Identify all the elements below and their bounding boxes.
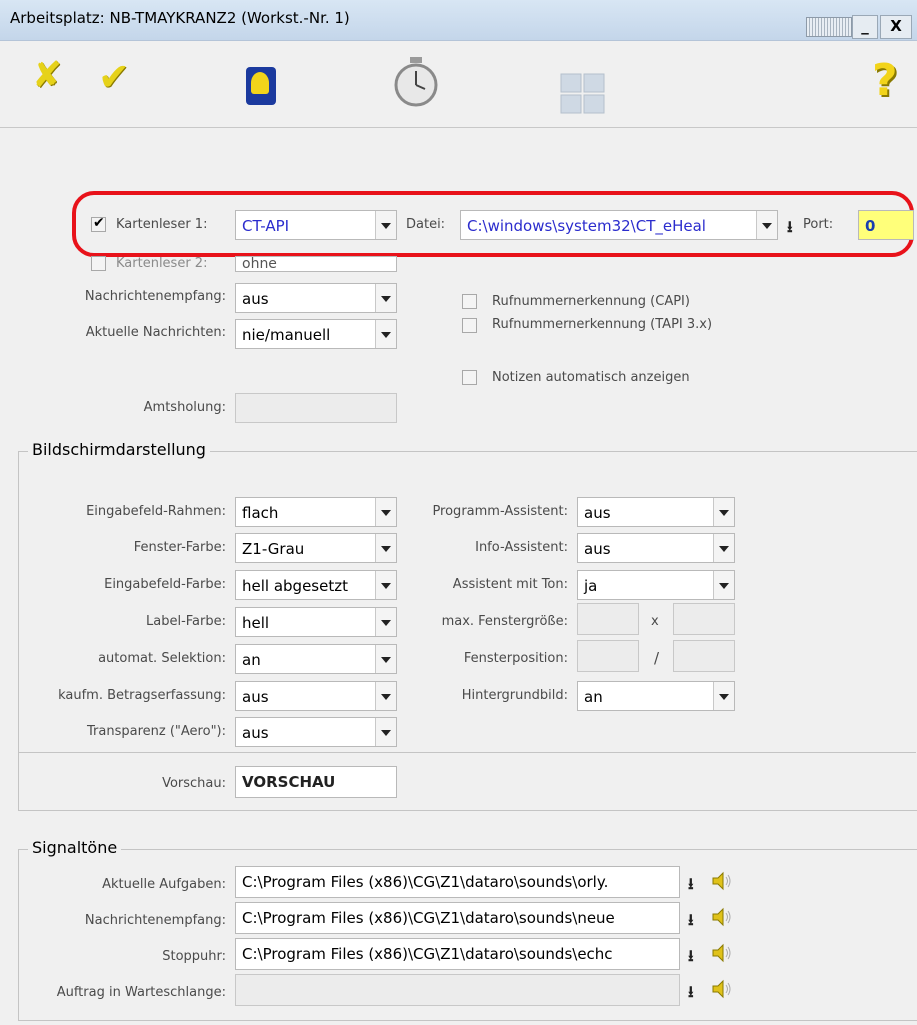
ok-check-icon[interactable]: ✔	[98, 55, 130, 99]
speaker-icon[interactable]	[710, 978, 732, 1000]
signaltoene-title: Signaltöne	[28, 838, 122, 857]
kartenleser2-checkbox[interactable]	[91, 256, 106, 271]
eingabefeld-farbe-label: Eingabefeld-Farbe:	[104, 577, 226, 592]
close-button[interactable]: X	[880, 15, 912, 39]
rufnummer-capi-checkbox[interactable]	[462, 294, 477, 309]
assistent-ton-select[interactable]: ja	[577, 570, 735, 600]
kaufm-betrag-select[interactable]: aus	[235, 681, 397, 711]
eingabefeld-rahmen-select[interactable]: flach	[235, 497, 397, 527]
cancel-x-icon[interactable]: ✘	[32, 55, 62, 96]
info-assistent-select[interactable]: aus	[577, 533, 735, 563]
fensterposition-label: Fensterposition:	[463, 651, 568, 666]
speaker-icon[interactable]	[710, 942, 732, 964]
signal-nachrichtenempfang-input[interactable]: C:\Program Files (x86)\CG\Z1\dataro\soun…	[235, 902, 680, 934]
kartenleser2-label: Kartenleser 2:	[116, 256, 208, 271]
kartenleser1-select[interactable]: CT-API	[235, 210, 397, 240]
window-title: Arbeitsplatz: NB-TMAYKRANZ2 (Workst.-Nr.…	[10, 9, 350, 27]
kartenleser1-checkbox[interactable]	[91, 215, 106, 232]
help-book-icon[interactable]	[246, 67, 276, 105]
signal-nachrichtenempfang-download-icon[interactable]: ⭳	[688, 909, 694, 936]
fenster-farbe-select[interactable]: Z1-Grau	[235, 533, 397, 563]
stopwatch-icon[interactable]	[392, 57, 440, 107]
signal-stoppuhr-input[interactable]: C:\Program Files (x86)\CG\Z1\dataro\soun…	[235, 938, 680, 970]
automat-selektion-label: automat. Selektion:	[98, 651, 226, 666]
notizen-checkbox[interactable]	[462, 370, 477, 385]
datei-download-icon[interactable]: ⭳	[787, 216, 793, 243]
signal-auftrag-label: Auftrag in Warteschlange:	[56, 985, 226, 1000]
fensterposition-x-input[interactable]	[577, 640, 639, 672]
programm-assistent-select[interactable]: aus	[577, 497, 735, 527]
title-bar: Arbeitsplatz: NB-TMAYKRANZ2 (Workst.-Nr.…	[0, 0, 917, 41]
signal-auftrag-input[interactable]	[235, 974, 680, 1006]
kaufm-betrag-label: kaufm. Betragserfassung:	[58, 688, 226, 703]
signal-nachrichtenempfang-label: Nachrichtenempfang:	[84, 913, 226, 928]
label-farbe-label: Label-Farbe:	[146, 614, 226, 629]
aktuelle-nachrichten-select[interactable]: nie/manuell	[235, 319, 397, 349]
bildschirmdarstellung-title: Bildschirmdarstellung	[28, 440, 210, 459]
signal-aktuelle-aufgaben-label: Aktuelle Aufgaben:	[102, 877, 226, 892]
max-fenstergroesse-sep: x	[651, 614, 659, 629]
signal-stoppuhr-label: Stoppuhr:	[162, 949, 226, 964]
programm-assistent-label: Programm-Assistent:	[432, 504, 568, 519]
minimize-button[interactable]: _	[852, 15, 878, 39]
fensterposition-y-input[interactable]	[673, 640, 735, 672]
port-input[interactable]: 0	[858, 210, 914, 240]
hintergrundbild-label: Hintergrundbild:	[461, 688, 568, 703]
transparenz-select[interactable]: aus	[235, 717, 397, 747]
max-fenstergroesse-h-input[interactable]	[673, 603, 735, 635]
fensterposition-sep: /	[654, 649, 660, 667]
fenster-farbe-label: Fenster-Farbe:	[133, 540, 226, 555]
label-farbe-select[interactable]: hell	[235, 607, 397, 637]
signal-aktuelle-aufgaben-input[interactable]: C:\Program Files (x86)\CG\Z1\dataro\soun…	[235, 866, 680, 898]
transparenz-label: Transparenz ("Aero"):	[87, 724, 226, 739]
automat-selektion-select[interactable]: an	[235, 644, 397, 674]
nachrichtenempfang-select[interactable]: aus	[235, 283, 397, 313]
eingabefeld-rahmen-label: Eingabefeld-Rahmen:	[86, 504, 226, 519]
grid-icon	[560, 73, 605, 114]
signal-aktuelle-aufgaben-download-icon[interactable]: ⭳	[688, 873, 694, 900]
vorschau-field: VORSCHAU	[235, 766, 397, 798]
toolbar: ✘ ✔ ?	[0, 41, 917, 128]
rufnummer-tapi-label: Rufnummernerkennung (TAPI 3.x)	[492, 317, 713, 332]
keyboard-icon[interactable]	[806, 17, 852, 37]
hintergrundbild-select[interactable]: an	[577, 681, 735, 711]
kartenleser1-label: Kartenleser 1:	[116, 217, 208, 232]
assistent-ton-label: Assistent mit Ton:	[452, 577, 568, 592]
notizen-label: Notizen automatisch anzeigen	[492, 370, 690, 385]
kartenleser2-select[interactable]: ohne	[235, 256, 397, 272]
amtsholung-label: Amtsholung:	[143, 400, 226, 415]
rufnummer-capi-label: Rufnummernerkennung (CAPI)	[492, 294, 690, 309]
amtsholung-input[interactable]	[235, 393, 397, 423]
datei-label: Datei:	[406, 217, 446, 232]
signal-auftrag-download-icon[interactable]: ⭳	[688, 981, 694, 1008]
max-fenstergroesse-label: max. Fenstergröße:	[441, 614, 568, 629]
vorschau-label: Vorschau:	[162, 776, 226, 791]
port-label: Port:	[803, 217, 834, 232]
eingabefeld-farbe-select[interactable]: hell abgesetzt	[235, 570, 397, 600]
datei-select[interactable]: C:\windows\system32\CT_eHeal	[460, 210, 778, 240]
info-assistent-label: Info-Assistent:	[475, 540, 568, 555]
aktuelle-nachrichten-label: Aktuelle Nachrichten:	[85, 325, 226, 340]
speaker-icon[interactable]	[710, 906, 732, 928]
max-fenstergroesse-w-input[interactable]	[577, 603, 639, 635]
signal-stoppuhr-download-icon[interactable]: ⭳	[688, 945, 694, 972]
rufnummer-tapi-checkbox[interactable]	[462, 318, 477, 333]
help-question-icon[interactable]: ?	[872, 55, 898, 106]
nachrichtenempfang-label: Nachrichtenempfang:	[84, 289, 226, 304]
group-divider	[19, 752, 916, 753]
speaker-icon[interactable]	[710, 870, 732, 892]
